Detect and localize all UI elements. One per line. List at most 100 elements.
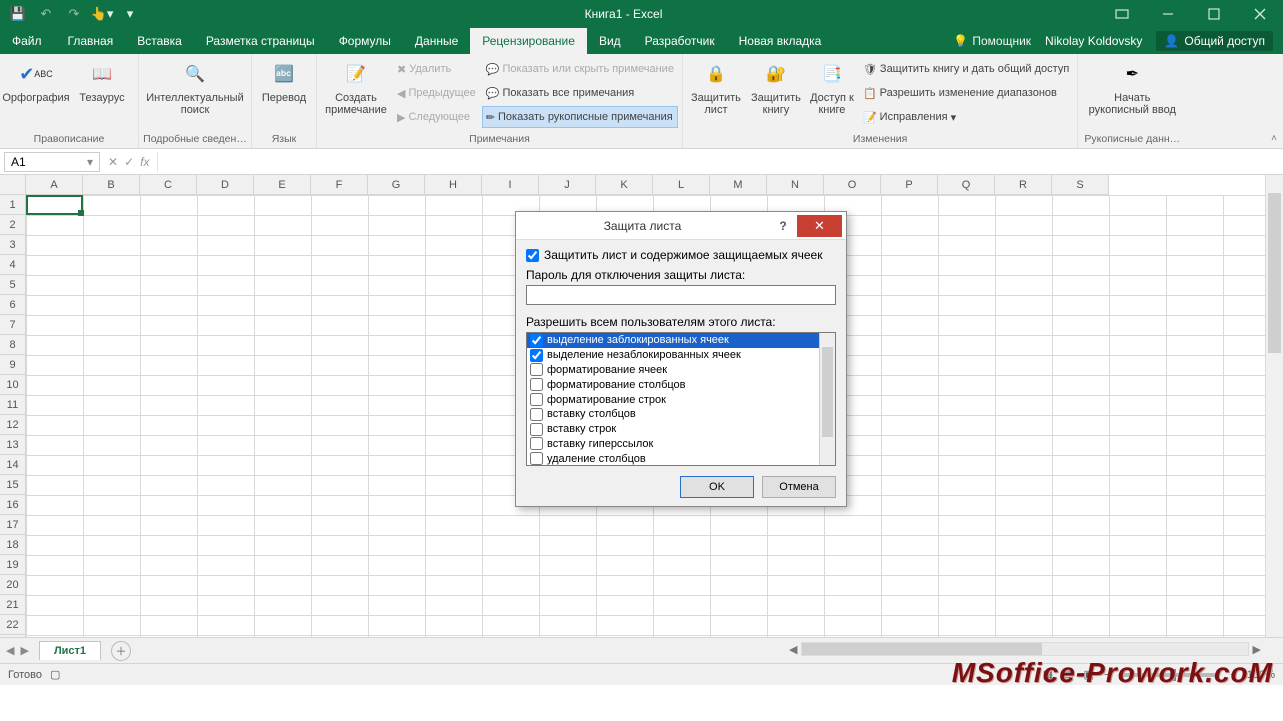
tab-view[interactable]: Вид xyxy=(587,28,633,54)
name-box[interactable]: A1 ▾ xyxy=(4,152,100,172)
tab-home[interactable]: Главная xyxy=(56,28,126,54)
permission-checkbox[interactable] xyxy=(530,452,543,465)
enter-formula-icon[interactable]: ✓ xyxy=(124,155,134,169)
permission-item[interactable]: выделение незаблокированных ячеек xyxy=(527,348,819,363)
permission-item[interactable]: форматирование ячеек xyxy=(527,363,819,378)
column-header[interactable]: H xyxy=(425,175,482,195)
permission-checkbox[interactable] xyxy=(530,363,543,376)
permission-item[interactable]: форматирование строк xyxy=(527,392,819,407)
new-sheet-button[interactable]: ＋ xyxy=(111,641,131,661)
show-ink-button[interactable]: ✏ Показать рукописные примечания xyxy=(482,106,678,128)
tab-review[interactable]: Рецензирование xyxy=(470,28,587,54)
permission-item[interactable]: вставку столбцов xyxy=(527,407,819,422)
touch-mode-icon[interactable]: 👆▾ xyxy=(90,3,114,25)
row-header[interactable]: 11 xyxy=(0,395,26,415)
permissions-scrollbar[interactable] xyxy=(819,333,835,465)
track-changes-button[interactable]: 📝 Исправления ▾ xyxy=(859,106,1073,128)
column-header[interactable]: E xyxy=(254,175,311,195)
row-header[interactable]: 15 xyxy=(0,475,26,495)
user-name[interactable]: Nikolay Koldovsky xyxy=(1045,34,1142,48)
permission-item[interactable]: удаление столбцов xyxy=(527,451,819,466)
column-header[interactable]: J xyxy=(539,175,596,195)
row-header[interactable]: 3 xyxy=(0,235,26,255)
row-header[interactable]: 20 xyxy=(0,575,26,595)
tab-developer[interactable]: Разработчик xyxy=(633,28,727,54)
protect-workbook-button[interactable]: 🔐 Защитить книгу xyxy=(747,56,805,116)
next-comment-button[interactable]: ▶ Следующее xyxy=(393,106,480,128)
password-input[interactable] xyxy=(526,285,836,305)
fx-icon[interactable]: fx xyxy=(140,155,149,169)
column-header[interactable]: R xyxy=(995,175,1052,195)
tab-file[interactable]: Файл xyxy=(0,28,56,54)
prev-comment-button[interactable]: ◀ Предыдущее xyxy=(393,82,480,104)
row-header[interactable]: 14 xyxy=(0,455,26,475)
horizontal-scrollbar[interactable]: ◀ ▶ xyxy=(785,640,1265,658)
column-header[interactable]: G xyxy=(368,175,425,195)
column-header[interactable]: F xyxy=(311,175,368,195)
column-header[interactable]: B xyxy=(83,175,140,195)
row-header[interactable]: 5 xyxy=(0,275,26,295)
row-header[interactable]: 2 xyxy=(0,215,26,235)
permission-item[interactable]: выделение заблокированных ячеек xyxy=(527,333,819,348)
save-icon[interactable]: 💾 xyxy=(6,3,30,25)
zoom-value[interactable]: 100% xyxy=(1247,669,1275,681)
protect-sheet-button[interactable]: 🔒 Защитить лист xyxy=(687,56,745,116)
row-header[interactable]: 10 xyxy=(0,375,26,395)
cancel-button[interactable]: Отмена xyxy=(762,476,836,498)
name-box-dropdown-icon[interactable]: ▾ xyxy=(87,155,93,169)
row-header[interactable]: 1 xyxy=(0,195,26,215)
formula-input[interactable] xyxy=(157,152,1283,172)
tab-insert[interactable]: Вставка xyxy=(125,28,194,54)
protect-checkbox[interactable] xyxy=(526,249,539,262)
permission-checkbox[interactable] xyxy=(530,408,543,421)
permission-checkbox[interactable] xyxy=(530,349,543,362)
row-header[interactable]: 22 xyxy=(0,615,26,635)
smart-lookup-button[interactable]: 🔍 Интеллектуальный поиск xyxy=(143,56,247,116)
permission-checkbox[interactable] xyxy=(530,437,543,450)
tab-data[interactable]: Данные xyxy=(403,28,470,54)
permission-item[interactable]: вставку строк xyxy=(527,422,819,437)
permission-item[interactable]: вставку гиперссылок xyxy=(527,437,819,452)
row-header[interactable]: 9 xyxy=(0,355,26,375)
translate-button[interactable]: 🔤 Перевод xyxy=(256,56,312,104)
permission-checkbox[interactable] xyxy=(530,423,543,436)
dialog-help-icon[interactable]: ? xyxy=(769,219,797,233)
share-workbook-button[interactable]: 📑 Доступ к книге xyxy=(807,56,857,116)
sheet-nav-prev-icon[interactable]: ◀ xyxy=(0,644,20,657)
column-header[interactable]: I xyxy=(482,175,539,195)
column-header[interactable]: D xyxy=(197,175,254,195)
column-header[interactable]: C xyxy=(140,175,197,195)
permission-item[interactable]: форматирование столбцов xyxy=(527,377,819,392)
showhide-comment-button[interactable]: 💬 Показать или скрыть примечание xyxy=(482,58,678,80)
row-header[interactable]: 6 xyxy=(0,295,26,315)
column-header[interactable]: S xyxy=(1052,175,1109,195)
tell-me[interactable]: 💡 Помощник xyxy=(953,34,1031,48)
macro-record-icon[interactable]: ▢ xyxy=(50,668,60,681)
show-all-comments-button[interactable]: 💬 Показать все примечания xyxy=(482,82,678,104)
ok-button[interactable]: OK xyxy=(680,476,754,498)
row-header[interactable]: 4 xyxy=(0,255,26,275)
permission-checkbox[interactable] xyxy=(530,334,543,347)
new-comment-button[interactable]: 📝 Создать примечание xyxy=(321,56,391,116)
active-cell[interactable] xyxy=(26,195,83,215)
tab-formulas[interactable]: Формулы xyxy=(327,28,403,54)
row-header[interactable]: 7 xyxy=(0,315,26,335)
row-header[interactable]: 12 xyxy=(0,415,26,435)
fill-handle[interactable] xyxy=(78,210,84,216)
spelling-button[interactable]: ✔ABC Орфография xyxy=(4,56,68,104)
protect-checkbox-row[interactable]: Защитить лист и содержимое защищаемых яч… xyxy=(526,248,836,262)
undo-icon[interactable]: ↶ xyxy=(34,3,58,25)
protect-share-button[interactable]: 🛡 Защитить книгу и дать общий доступ xyxy=(859,58,1073,80)
ribbon-options-icon[interactable] xyxy=(1099,0,1145,28)
column-header[interactable]: M xyxy=(710,175,767,195)
row-header[interactable]: 8 xyxy=(0,335,26,355)
minimize-button[interactable] xyxy=(1145,0,1191,28)
zoom-out-icon[interactable]: − xyxy=(1104,669,1110,681)
qa-customize-icon[interactable]: ▾ xyxy=(118,3,142,25)
zoom-in-icon[interactable]: + xyxy=(1230,669,1236,681)
view-pagebreak-icon[interactable]: ▣ xyxy=(1084,668,1094,681)
vertical-scrollbar[interactable] xyxy=(1265,175,1283,637)
cancel-formula-icon[interactable]: ✕ xyxy=(108,155,118,169)
column-header[interactable]: O xyxy=(824,175,881,195)
select-all-corner[interactable] xyxy=(0,175,26,195)
